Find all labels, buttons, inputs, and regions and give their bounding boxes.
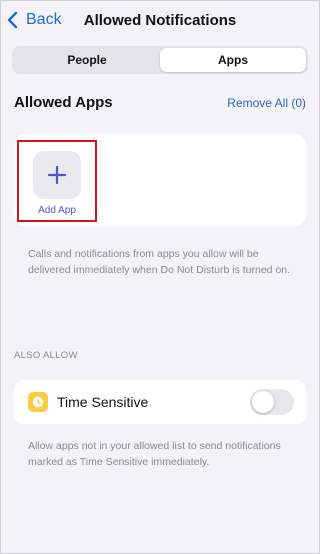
- time-sensitive-note: Allow apps not in your allowed list to s…: [28, 440, 281, 468]
- navigation-bar: Back Allowed Notifications: [0, 0, 320, 42]
- add-app-tile: [33, 151, 81, 199]
- time-sensitive-row: Time Sensitive: [14, 380, 306, 424]
- tab-people[interactable]: People: [14, 48, 160, 72]
- add-app-label: Add App: [38, 205, 76, 216]
- time-sensitive-label: Time Sensitive: [57, 394, 149, 410]
- add-app-button[interactable]: Add App: [23, 146, 91, 216]
- tab-apps[interactable]: Apps: [160, 48, 306, 72]
- allowed-apps-heading: Allowed Apps: [14, 94, 113, 111]
- segmented-control: People Apps: [12, 46, 308, 74]
- allowed-apps-card: Add App: [14, 134, 306, 226]
- add-app-highlight-box: Add App: [17, 140, 97, 222]
- time-sensitive-toggle[interactable]: [250, 389, 294, 415]
- clock-icon: [28, 392, 48, 412]
- remove-all-button[interactable]: Remove All (0): [227, 96, 306, 110]
- also-allow-header: ALSO ALLOW: [14, 350, 78, 361]
- plus-icon: [47, 165, 67, 185]
- allowed-apps-note: Calls and notifications from apps you al…: [28, 248, 291, 276]
- toggle-knob: [252, 391, 274, 413]
- page-title: Allowed Notifications: [83, 12, 237, 29]
